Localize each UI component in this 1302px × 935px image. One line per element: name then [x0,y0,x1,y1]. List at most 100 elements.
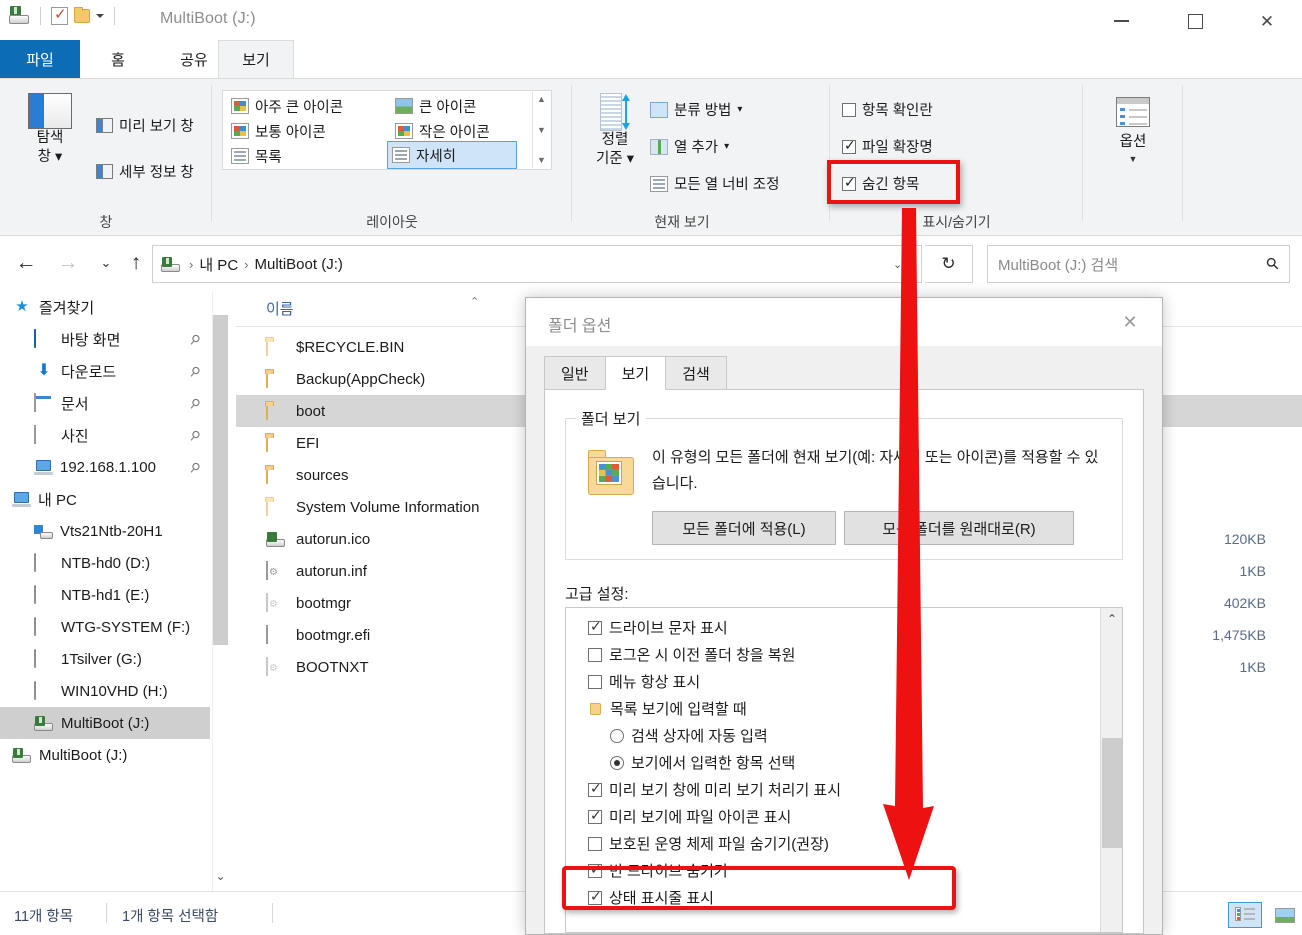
search-box[interactable]: MultiBoot (J:) 검색 ⚲ [987,245,1290,283]
sidebar-item[interactable]: WTG-SYSTEM (F:) [0,611,210,643]
sidebar-item[interactable]: 바탕 화면 ⚲ [0,323,210,355]
sidebar-scroll-down-button[interactable]: ⌄ [212,869,229,891]
back-button[interactable]: ← [12,251,40,275]
large-icons-view-button[interactable] [1268,902,1302,928]
scroll-down-icon[interactable]: ▼ [537,125,546,135]
layout-details[interactable]: 자세히 [387,141,517,169]
advanced-setting-row[interactable]: 로그온 시 이전 폴더 창을 복원 [566,641,1098,668]
advanced-setting-row[interactable]: 드라이브 문자 표시 [566,614,1098,641]
layout-medium-icons[interactable]: 보통 아이콘 [227,118,330,144]
layout-list[interactable]: 목록 [227,143,286,169]
sidebar-scrollbar-thumb[interactable] [213,315,228,645]
navigation-pane-button[interactable]: 탐색 창 ▾ [14,93,86,167]
breadcrumb[interactable]: › 내 PC › MultiBoot (J:) [152,245,922,283]
minimize-button[interactable] [1096,0,1146,42]
reset-all-folders-button[interactable]: 모든 폴더를 원래대로(R) [844,511,1074,545]
tab-view[interactable]: 보기 [218,40,294,79]
options-button[interactable]: 옵션 ▼ [1101,97,1165,164]
item-checkboxes-option[interactable]: 항목 확인란 [842,99,933,120]
sidebar-item[interactable]: 사진 ⚲ [0,419,210,451]
dialog-tab-search[interactable]: 검색 [665,356,727,390]
quick-access-toolbar[interactable] [8,5,119,26]
sidebar-item[interactable]: WIN10VHD (H:) [0,675,210,707]
pin-icon[interactable]: ⚲ [186,331,204,349]
pin-icon[interactable]: ⚲ [186,363,204,381]
setting-radio[interactable] [610,755,624,770]
layout-large-icons[interactable]: 큰 아이콘 [391,93,480,119]
size-all-columns-button[interactable]: 모든 열 너비 조정 [650,173,779,194]
details-view-button[interactable] [1228,902,1262,928]
recent-locations-button[interactable]: ⌄ [92,255,120,271]
sidebar-item[interactable]: Vts21Ntb-20H1 [0,515,210,547]
chevron-down-icon[interactable] [96,14,104,18]
add-columns-button[interactable]: 열 추가 ▾ [650,136,729,157]
item-checkboxes-checkbox[interactable] [842,102,856,117]
scroll-up-icon[interactable]: ▲ [537,95,546,104]
file-extensions-option[interactable]: 파일 확장명 [842,136,933,157]
sidebar-item[interactable]: 문서 ⚲ [0,387,210,419]
setting-checkbox[interactable] [588,674,602,689]
group-by-button[interactable]: 분류 방법 ▾ [650,99,742,120]
advanced-setting-row[interactable]: 미리 보기 창에 미리 보기 처리기 표시 [566,776,1098,803]
sidebar-item[interactable]: 내 PC [0,483,210,515]
sidebar-item[interactable]: MultiBoot (J:) [0,739,210,771]
scroll-up-icon[interactable]: ⌃ [1101,608,1122,630]
advanced-settings-scrollbar[interactable]: ⌃ [1100,608,1122,932]
dialog-tab-view[interactable]: 보기 [604,356,667,390]
advanced-setting-row[interactable]: 검색 상자에 자동 입력 [566,722,1098,749]
layout-extra-large-icons[interactable]: 아주 큰 아이콘 [227,93,347,119]
layout-gallery[interactable]: 아주 큰 아이콘 큰 아이콘 보통 아이콘 작은 아이콘 목록 자세히 ▲ ▼ … [222,90,552,170]
sidebar-item[interactable]: ★ 즐겨찾기 [0,291,210,323]
setting-checkbox[interactable] [588,618,602,635]
preview-pane-button[interactable]: 미리 보기 창 [96,115,194,136]
advanced-setting-row[interactable]: 미리 보기에 파일 아이콘 표시 [566,803,1098,830]
layout-gallery-scrollbar[interactable]: ▲ ▼ ▼ [532,92,550,168]
tab-file[interactable]: 파일 [0,40,80,78]
setting-radio[interactable] [610,728,624,743]
sort-by-button[interactable]: 정렬 기준 ▾ [584,93,646,169]
setting-checkbox[interactable] [588,836,602,851]
pin-icon[interactable]: ⚲ [186,459,204,477]
dialog-view-panel: 폴더 보기 이 유형의 모든 폴더에 현재 보기(예: 자세히 또는 아이콘)를… [544,389,1144,934]
advanced-setting-row[interactable]: 보기에서 입력한 항목 선택 [566,749,1098,776]
tab-home[interactable]: 홈 [80,40,156,78]
divider [40,7,41,25]
file-extensions-checkbox[interactable] [842,137,856,154]
setting-checkbox[interactable] [588,647,602,662]
forward-button[interactable]: → [54,251,82,275]
new-folder-icon[interactable] [74,7,90,23]
navigation-pane[interactable]: ★ 즐겨찾기 바탕 화면 ⚲ ⬇ 다운로드 ⚲ 문서 ⚲ 사진 ⚲ 192.168.1.100 ⚲ 내 P… [0,291,210,891]
sidebar-item[interactable]: ⬇ 다운로드 ⚲ [0,355,210,387]
caret-down-icon[interactable]: ▼ [1129,154,1138,164]
details-pane-button[interactable]: 세부 정보 창 [96,161,194,182]
dialog-close-button[interactable]: ✕ [1108,306,1152,338]
breadcrumb-item-this-pc[interactable]: 내 PC [199,254,238,275]
column-header-name[interactable]: 이름 [266,298,294,319]
sidebar-item[interactable]: NTB-hd1 (E:) [0,579,210,611]
sidebar-item[interactable]: MultiBoot (J:) [0,707,210,739]
advanced-setting-row[interactable]: 보호된 운영 체제 파일 숨기기(권장) [566,830,1098,857]
search-input[interactable]: MultiBoot (J:) 검색 [998,254,1267,275]
maximize-button[interactable] [1170,0,1220,42]
pin-icon[interactable]: ⚲ [186,427,204,445]
folder-options-dialog[interactable]: 폴더 옵션 ✕ 일반 보기 검색 폴더 보기 이 유형의 모든 폴더에 현재 보… [525,297,1163,935]
sidebar-item[interactable]: 1Tsilver (G:) [0,643,210,675]
up-button[interactable]: ↑ [122,251,150,275]
sidebar-item[interactable]: 192.168.1.100 ⚲ [0,451,210,483]
properties-check-icon[interactable] [51,5,68,25]
close-button[interactable]: ✕ [1242,0,1292,42]
sidebar-item[interactable]: NTB-hd0 (D:) [0,547,210,579]
setting-checkbox[interactable] [588,807,602,824]
layout-label: 작은 아이콘 [419,124,490,141]
gallery-expand-icon[interactable]: ▼ [537,156,546,165]
apply-to-all-folders-button[interactable]: 모든 폴더에 적용(L) [652,511,836,545]
pin-icon[interactable]: ⚲ [186,395,204,413]
dialog-tab-general[interactable]: 일반 [544,356,606,390]
advanced-setting-row[interactable]: 메뉴 항상 표시 [566,668,1098,695]
advanced-setting-row[interactable]: 목록 보기에 입력할 때 [566,695,1098,722]
address-dropdown-icon[interactable]: ⌄ [893,258,902,271]
advanced-settings-scrollbar-thumb[interactable] [1102,738,1122,848]
breadcrumb-item-multiboot[interactable]: MultiBoot (J:) [255,256,343,273]
refresh-button[interactable]: ↻ [925,245,973,283]
setting-checkbox[interactable] [588,780,602,797]
